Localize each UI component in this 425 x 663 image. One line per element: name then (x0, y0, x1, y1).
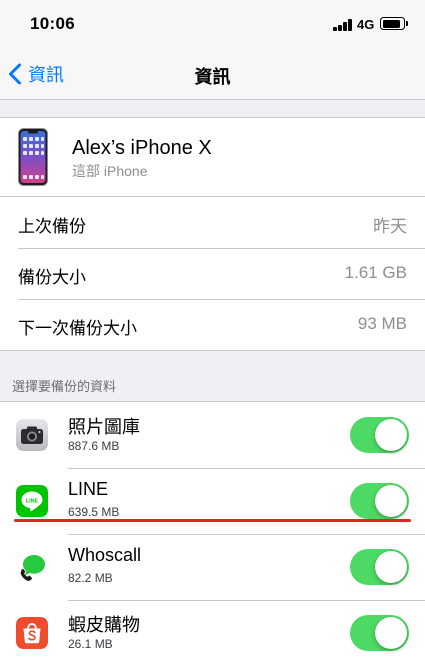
device-card: Alex’s iPhone X 這部 iPhone (0, 117, 425, 197)
info-value: 昨天 (373, 217, 407, 236)
app-size: 639.5 MB (68, 505, 120, 519)
info-row-backup-size: 備份大小 1.61 GB (0, 248, 425, 299)
info-row-last-backup: 上次備份 昨天 (0, 197, 425, 248)
section-header: 選擇要備份的資料 (12, 379, 117, 394)
app-row-photos: 照片圖庫 887.6 MB (0, 402, 425, 468)
app-size: 887.6 MB (68, 439, 120, 453)
whoscall-icon (16, 551, 48, 583)
camera-icon (16, 419, 48, 451)
annotation-underline (14, 519, 411, 522)
toggle-knob (375, 485, 407, 517)
info-label: 備份大小 (18, 268, 86, 287)
page-title: 資訊 (194, 67, 231, 87)
battery-icon (380, 17, 405, 30)
shopee-icon (16, 617, 48, 649)
toggle-knob (375, 551, 407, 583)
svg-text:LINE: LINE (26, 498, 39, 504)
navigation-bar: 資訊 資訊 (0, 48, 425, 100)
app-name: 照片圖庫 (68, 417, 140, 437)
app-row-whoscall: Whoscall 82.2 MB (0, 534, 425, 600)
info-label: 下一次備份大小 (18, 319, 137, 338)
app-size: 26.1 MB (68, 637, 113, 651)
battery-cap (406, 21, 408, 26)
app-name: Whoscall (68, 545, 142, 565)
toggle-line-backup[interactable] (350, 483, 409, 519)
toggle-knob (375, 419, 407, 451)
device-name: Alex’s iPhone X (72, 137, 212, 159)
app-size: 82.2 MB (68, 571, 113, 585)
toggle-shopee-backup[interactable] (350, 615, 409, 651)
toggle-whoscall-backup[interactable] (350, 549, 409, 585)
info-label: 上次備份 (18, 217, 86, 236)
status-bar: 10:06 4G (0, 0, 425, 48)
app-row-shopee: 蝦皮購物 26.1 MB (0, 600, 425, 663)
app-row-line: LINE LINE 639.5 MB (0, 468, 425, 534)
status-time: 10:06 (30, 14, 75, 33)
iphone-device-icon (18, 128, 48, 186)
toggle-photos-backup[interactable] (350, 417, 409, 453)
info-row-next-backup-size: 下一次備份大小 93 MB (0, 299, 425, 350)
backup-info-group: 上次備份 昨天 備份大小 1.61 GB 下一次備份大小 93 MB (0, 197, 425, 351)
app-name: 蝦皮購物 (68, 615, 140, 635)
cellular-signal-icon (333, 19, 353, 31)
info-value: 93 MB (357, 314, 407, 333)
network-type-label: 4G (357, 17, 375, 32)
backup-apps-list: 照片圖庫 887.6 MB LINE LINE 639.5 MB Whoscal… (0, 401, 425, 663)
info-value: 1.61 GB (344, 263, 407, 282)
toggle-knob (375, 617, 407, 649)
line-app-icon: LINE (16, 485, 48, 517)
app-name: LINE (68, 479, 109, 499)
device-subtitle: 這部 iPhone (72, 163, 148, 179)
